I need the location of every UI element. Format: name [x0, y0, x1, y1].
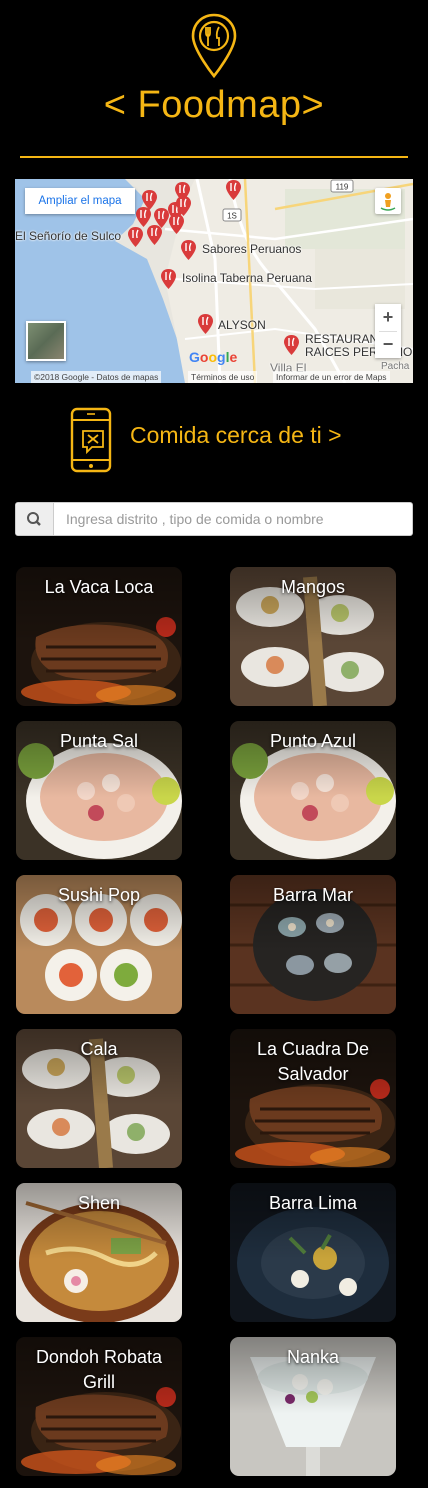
- street-view-icon[interactable]: [375, 188, 401, 214]
- restaurant-name: Barra Lima: [268, 1193, 358, 1213]
- restaurant-marker[interactable]: [127, 226, 144, 248]
- road-shield-1s: 1S: [227, 212, 237, 221]
- restaurant-name: Dondoh Robata Grill: [35, 1347, 163, 1392]
- restaurant-name: La Cuadra De Salvador: [256, 1039, 370, 1084]
- map-attribution: ©2018 Google - Datos de mapas Términos d…: [15, 371, 413, 383]
- zoom-out-button[interactable]: −: [375, 331, 401, 358]
- restaurants-map[interactable]: 1S 119 El Señorío de Sulco Sabores Perua…: [15, 179, 413, 383]
- restaurant-name: Sushi Pop: [57, 885, 141, 905]
- restaurant-card[interactable]: Shen: [16, 1183, 182, 1322]
- map-pin-cutlery-icon: [191, 13, 237, 79]
- enlarge-map-button[interactable]: Ampliar el mapa: [25, 188, 135, 214]
- map-data-credit: ©2018 Google - Datos de mapas: [31, 371, 162, 383]
- search-icon: [27, 512, 41, 526]
- restaurant-card[interactable]: Punto Azul: [230, 721, 396, 860]
- restaurant-card[interactable]: Nanka: [230, 1337, 396, 1476]
- restaurant-card[interactable]: La Vaca Loca: [16, 567, 182, 706]
- report-error-link[interactable]: Informar de un error de Maps: [273, 371, 390, 383]
- restaurant-card[interactable]: Sushi Pop: [16, 875, 182, 1014]
- restaurant-name: Shen: [77, 1193, 121, 1213]
- zoom-in-button[interactable]: +: [375, 304, 401, 331]
- restaurant-name: Barra Mar: [272, 885, 353, 905]
- satellite-toggle[interactable]: [26, 321, 66, 361]
- restaurant-card[interactable]: Punta Sal: [16, 721, 182, 860]
- restaurant-name: La Vaca Loca: [44, 577, 154, 597]
- restaurant-name: Punta Sal: [59, 731, 139, 751]
- map-label: ALYSON: [218, 318, 266, 332]
- restaurant-card[interactable]: Cala: [16, 1029, 182, 1168]
- road-shield-119: 119: [336, 183, 349, 192]
- restaurant-card[interactable]: Barra Lima: [230, 1183, 396, 1322]
- restaurant-card[interactable]: La Cuadra De Salvador: [230, 1029, 396, 1168]
- restaurant-card[interactable]: Barra Mar: [230, 875, 396, 1014]
- search-bar: [15, 502, 413, 536]
- restaurant-marker[interactable]: [283, 334, 300, 356]
- restaurant-name: Nanka: [286, 1347, 340, 1367]
- map-label: Sabores Peruanos: [202, 242, 302, 256]
- map-label: El Señorío de Sulco: [15, 229, 122, 243]
- phone-restaurant-icon[interactable]: [70, 407, 114, 473]
- restaurant-card[interactable]: Mangos: [230, 567, 396, 706]
- map-label: Isolina Taberna Peruana: [182, 271, 312, 285]
- terms-link[interactable]: Términos de uso: [188, 371, 258, 383]
- restaurant-name: Mangos: [280, 577, 346, 597]
- page-title: < Foodmap>: [103, 84, 325, 126]
- restaurant-marker[interactable]: [225, 179, 242, 201]
- google-logo: Google: [189, 349, 238, 365]
- restaurant-marker[interactable]: [168, 213, 185, 235]
- nearby-food-link[interactable]: Comida cerca de ti >: [130, 422, 342, 449]
- restaurant-name: Punto Azul: [269, 731, 357, 751]
- search-input[interactable]: [56, 503, 410, 535]
- header-divider: [20, 156, 408, 158]
- map-label: RESTAURAN: [305, 332, 379, 346]
- search-button[interactable]: [16, 503, 54, 535]
- restaurant-card[interactable]: Dondoh Robata Grill: [16, 1337, 182, 1476]
- restaurant-name: Cala: [80, 1039, 118, 1059]
- restaurant-marker[interactable]: [146, 224, 163, 246]
- restaurant-marker[interactable]: [197, 313, 214, 335]
- restaurant-marker[interactable]: [160, 268, 177, 290]
- zoom-controls[interactable]: + −: [375, 304, 401, 358]
- restaurant-marker[interactable]: [180, 239, 197, 261]
